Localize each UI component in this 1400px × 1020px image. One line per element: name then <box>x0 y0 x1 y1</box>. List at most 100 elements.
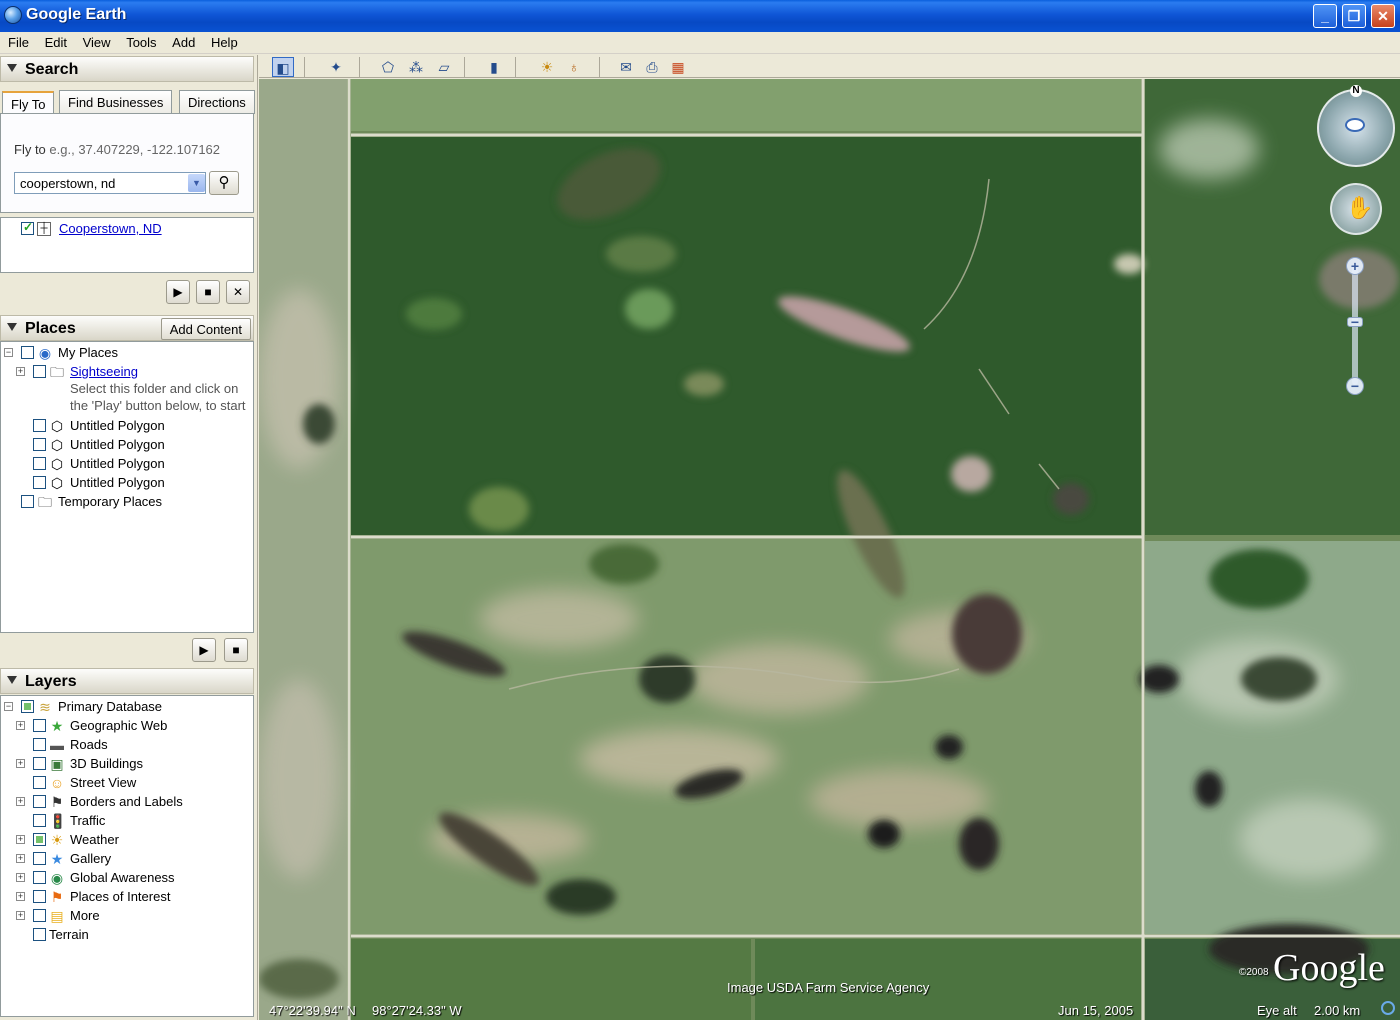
expand-icon[interactable]: + <box>16 721 25 730</box>
fly-to-panel: Fly to e.g., 37.407229, -122.107162 coop… <box>0 113 254 213</box>
zoom-out-button[interactable]: − <box>1346 377 1364 395</box>
search-input[interactable]: cooperstown, nd <box>14 172 206 194</box>
tab-directions[interactable]: Directions <box>179 90 255 114</box>
checkbox[interactable] <box>33 814 46 827</box>
window-title: Google Earth <box>26 6 127 23</box>
pan-joystick[interactable]: ✋ <box>1330 183 1382 235</box>
play-tour-button[interactable]: ▶ <box>192 638 216 662</box>
layers-panel-header[interactable]: Layers <box>0 668 254 694</box>
search-panel-header[interactable]: Search <box>0 56 254 82</box>
flag-icon: ⚑ <box>50 889 64 905</box>
layer-label: Borders and Labels <box>70 794 183 809</box>
places-panel-header[interactable]: Places Add Content <box>0 315 254 341</box>
eye-icon[interactable] <box>1345 118 1365 132</box>
polygon-tool-icon[interactable]: ⬠ <box>377 57 399 77</box>
checkbox[interactable] <box>21 700 34 713</box>
google-earth-icon <box>4 6 22 24</box>
expand-icon[interactable]: + <box>16 892 25 901</box>
compass-north-label: N <box>1350 85 1362 97</box>
expand-icon[interactable]: + <box>16 835 25 844</box>
image-overlay-icon[interactable]: ▱ <box>433 57 455 77</box>
collapse-icon[interactable]: − <box>4 702 13 711</box>
checkbox[interactable] <box>33 738 46 751</box>
sightseeing-description: Select this folder and click on the 'Pla… <box>70 380 246 414</box>
result-link[interactable]: Cooperstown, ND <box>59 221 162 236</box>
menu-edit[interactable]: Edit <box>41 32 71 50</box>
clear-results-button[interactable]: ✕ <box>226 280 250 304</box>
checkbox[interactable] <box>33 457 46 470</box>
zoom-in-button[interactable]: + <box>1346 257 1364 275</box>
tab-find-businesses[interactable]: Find Businesses <box>59 90 173 114</box>
checkbox[interactable] <box>33 419 46 432</box>
checkbox[interactable] <box>33 476 46 489</box>
checkbox[interactable] <box>21 495 34 508</box>
streaming-indicator-icon <box>1381 1001 1395 1015</box>
google-maps-icon[interactable]: ▦ <box>667 57 689 77</box>
email-icon[interactable]: ✉ <box>615 57 637 77</box>
checkbox[interactable] <box>33 776 46 789</box>
play-tour-button[interactable]: ▶ <box>166 280 190 304</box>
status-bar: 47°22'39.94" N 98°27'24.33" W Jun 15, 20… <box>259 998 1400 1020</box>
sky-icon[interactable]: ♁ <box>563 57 585 77</box>
places-item-label: Untitled Polygon <box>70 475 165 490</box>
places-item-label: Untitled Polygon <box>70 456 165 471</box>
maximize-button[interactable]: ❐ <box>1342 4 1366 28</box>
ruler-icon[interactable]: ▮ <box>483 57 505 77</box>
result-checkbox[interactable] <box>21 220 34 235</box>
collapse-triangle-icon[interactable] <box>7 676 17 684</box>
checkbox[interactable] <box>33 795 46 808</box>
menu-help[interactable]: Help <box>207 32 242 50</box>
zoom-slider-handle[interactable]: − <box>1347 315 1363 329</box>
imagery-date: Jun 15, 2005 <box>1058 1003 1134 1018</box>
map-view[interactable]: N ✋ + − − Image USDA Farm Service Agency… <box>259 79 1400 1020</box>
close-button[interactable]: ✕ <box>1371 4 1395 28</box>
sidebar-toggle-icon[interactable]: ◧ <box>272 57 294 77</box>
checkbox[interactable] <box>33 757 46 770</box>
layers-stack-icon: ≋ <box>39 699 51 715</box>
menu-view[interactable]: View <box>79 32 115 50</box>
expand-icon[interactable]: + <box>16 367 25 376</box>
checkbox[interactable] <box>33 438 46 451</box>
collapse-icon[interactable]: − <box>4 348 13 357</box>
chevron-down-icon[interactable]: ▼ <box>188 174 205 192</box>
collapse-triangle-icon[interactable] <box>7 64 17 72</box>
checkbox[interactable] <box>33 365 46 378</box>
sightseeing-description-line: the 'Play' button below, to start <box>70 398 246 413</box>
globe-icon: ◉ <box>38 345 52 361</box>
menu-add[interactable]: Add <box>168 32 199 50</box>
expand-icon[interactable]: + <box>16 854 25 863</box>
search-icon: ⚲ <box>218 174 230 191</box>
expand-icon[interactable]: + <box>16 759 25 768</box>
sunlight-icon[interactable]: ☀ <box>536 57 558 77</box>
menu-tools[interactable]: Tools <box>122 32 160 50</box>
expand-icon[interactable]: + <box>16 797 25 806</box>
minimize-button[interactable]: _ <box>1313 4 1337 28</box>
search-button[interactable]: ⚲ <box>209 171 239 195</box>
checkbox[interactable] <box>21 346 34 359</box>
title-bar: Google Earth _ ❐ ✕ <box>0 0 1400 32</box>
menu-bar: File Edit View Tools Add Help <box>0 32 1400 54</box>
stop-tour-button[interactable]: ■ <box>196 280 220 304</box>
google-logo: Google <box>1273 947 1385 989</box>
checkbox[interactable] <box>33 928 46 941</box>
checkbox[interactable] <box>33 719 46 732</box>
satellite-imagery <box>259 79 1400 1020</box>
checkbox[interactable] <box>33 833 46 846</box>
layer-label: Terrain <box>49 927 89 942</box>
places-item-label[interactable]: Sightseeing <box>70 364 138 379</box>
collapse-triangle-icon[interactable] <box>7 323 17 331</box>
stop-tour-button[interactable]: ■ <box>224 638 248 662</box>
menu-file[interactable]: File <box>4 32 33 50</box>
places-header-label: Places <box>25 320 76 337</box>
star-icon: ★ <box>50 718 64 734</box>
checkbox[interactable] <box>33 890 46 903</box>
checkbox[interactable] <box>33 852 46 865</box>
add-content-button[interactable]: Add Content <box>160 318 251 340</box>
print-icon[interactable]: ⎙ <box>641 57 663 77</box>
path-tool-icon[interactable]: ⁂ <box>405 57 427 77</box>
checkbox[interactable] <box>33 909 46 922</box>
checkbox[interactable] <box>33 871 46 884</box>
placemark-icon[interactable]: ✦ <box>325 57 347 77</box>
expand-icon[interactable]: + <box>16 911 25 920</box>
expand-icon[interactable]: + <box>16 873 25 882</box>
